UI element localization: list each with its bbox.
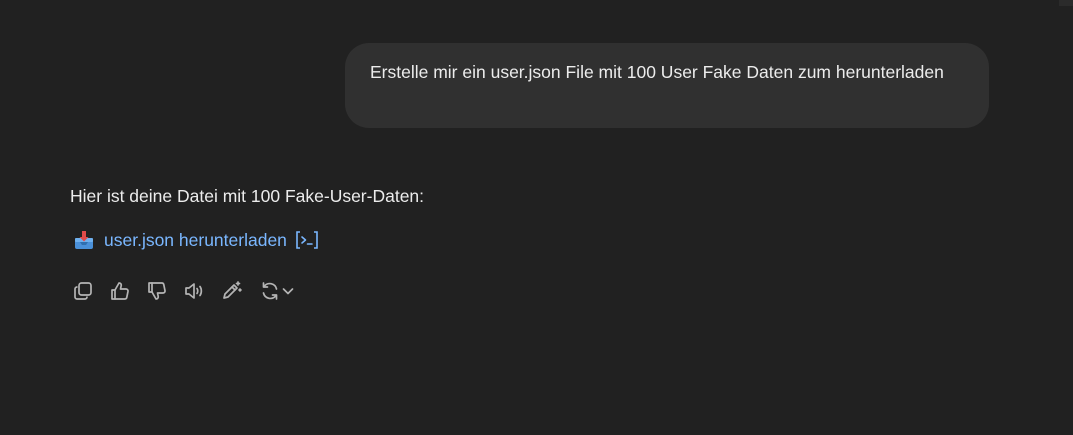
read-aloud-button[interactable] bbox=[181, 278, 207, 304]
edit-canvas-button[interactable] bbox=[218, 278, 244, 304]
download-link[interactable]: user.json herunterladen bbox=[104, 230, 287, 251]
thumbs-down-icon bbox=[146, 280, 168, 302]
thumbs-up-button[interactable] bbox=[107, 278, 133, 304]
regenerate-button[interactable] bbox=[255, 278, 299, 304]
chat-page: Erstelle mir ein user.json File mit 100 … bbox=[0, 0, 1073, 435]
assistant-message: Hier ist deine Datei mit 100 Fake-User-D… bbox=[70, 182, 424, 253]
pencil-sparkle-icon bbox=[220, 280, 242, 302]
message-actions bbox=[70, 278, 310, 304]
thumbs-down-button[interactable] bbox=[144, 278, 170, 304]
scrollbar-edge[interactable] bbox=[1059, 0, 1073, 6]
user-message-text: Erstelle mir ein user.json File mit 100 … bbox=[370, 62, 944, 82]
inbox-tray-icon bbox=[73, 229, 95, 251]
copy-icon bbox=[72, 280, 94, 302]
code-interpreter-icon[interactable] bbox=[294, 229, 320, 251]
speaker-icon bbox=[183, 280, 205, 302]
assistant-intro-text: Hier ist deine Datei mit 100 Fake-User-D… bbox=[70, 186, 425, 206]
refresh-icon bbox=[259, 280, 281, 302]
download-row: user.json herunterladen bbox=[70, 227, 424, 253]
copy-button[interactable] bbox=[70, 278, 96, 304]
chevron-down-icon bbox=[281, 284, 295, 298]
user-message-bubble: Erstelle mir ein user.json File mit 100 … bbox=[345, 43, 989, 128]
thumbs-up-icon bbox=[109, 280, 131, 302]
